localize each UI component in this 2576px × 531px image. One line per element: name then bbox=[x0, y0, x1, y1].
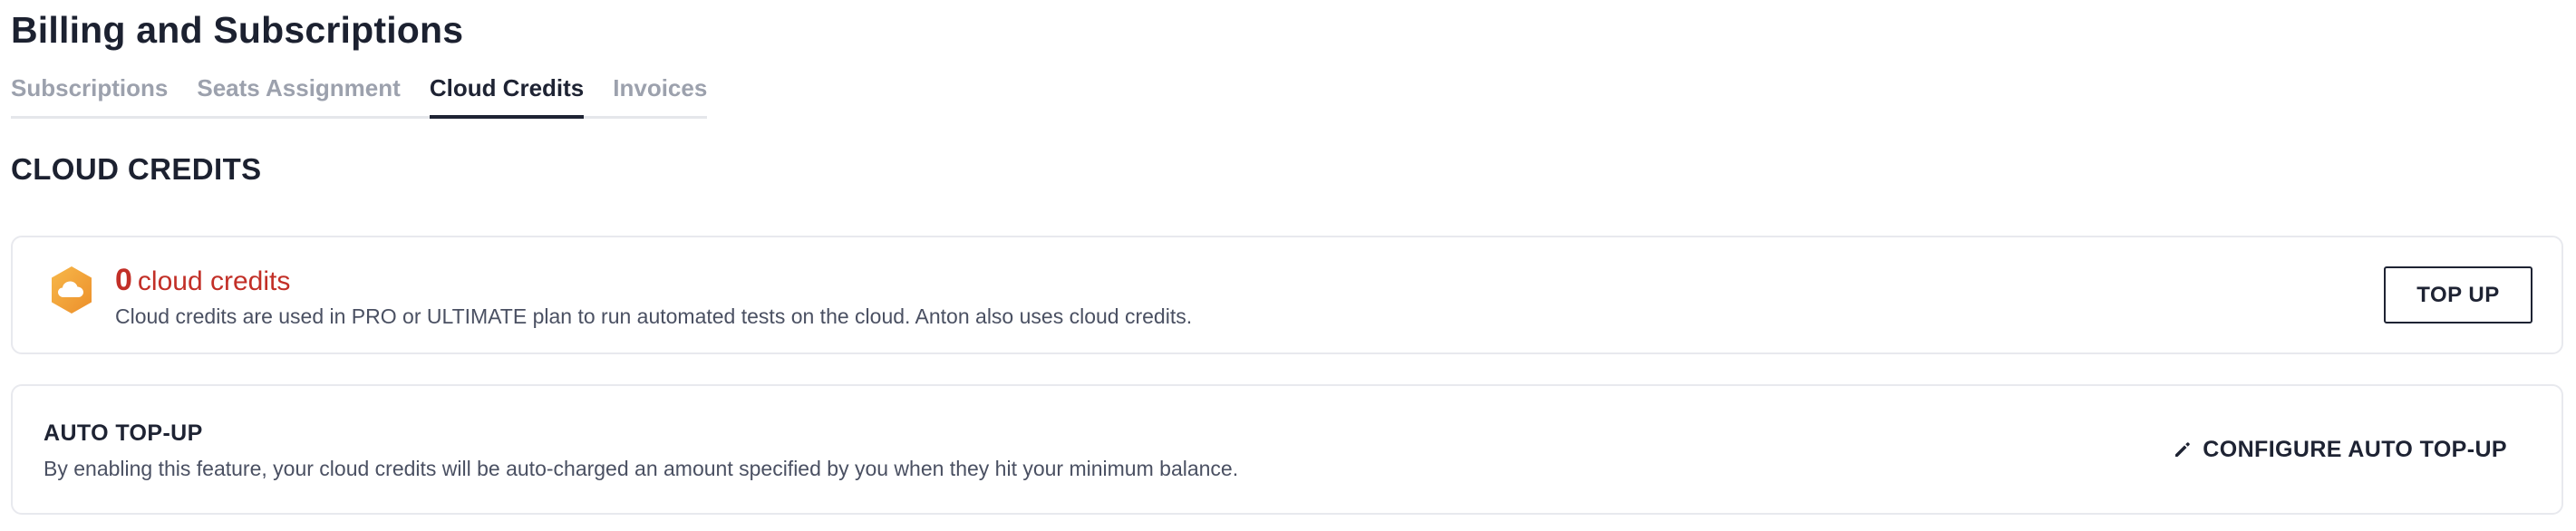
cloud-credits-card: 0 cloud credits Cloud credits are used in… bbox=[11, 236, 2563, 354]
credit-unit: cloud credits bbox=[137, 266, 291, 296]
configure-auto-top-up-label: CONFIGURE AUTO TOP-UP bbox=[2203, 436, 2507, 462]
credit-amount: 0 bbox=[115, 263, 132, 297]
billing-page: Billing and Subscriptions Subscriptions … bbox=[0, 0, 2576, 531]
tab-seats-assignment[interactable]: Seats Assignment bbox=[197, 71, 400, 116]
auto-top-up-title: AUTO TOP-UP bbox=[44, 420, 203, 446]
tab-subscriptions[interactable]: Subscriptions bbox=[11, 71, 168, 116]
auto-top-up-description: By enabling this feature, your cloud cre… bbox=[44, 457, 1239, 480]
configure-auto-top-up-button[interactable]: CONFIGURE AUTO TOP-UP bbox=[2174, 431, 2507, 468]
cloud-credit-icon bbox=[52, 266, 92, 314]
top-up-button[interactable]: TOP UP bbox=[2384, 266, 2532, 323]
credit-balance: 0 cloud credits bbox=[115, 263, 290, 298]
section-title: CLOUD CREDITS bbox=[11, 152, 262, 186]
credits-description: Cloud credits are used in PRO or ULTIMAT… bbox=[115, 304, 1193, 328]
auto-top-up-card: AUTO TOP-UP By enabling this feature, yo… bbox=[11, 384, 2563, 515]
page-title: Billing and Subscriptions bbox=[11, 9, 464, 51]
tab-cloud-credits[interactable]: Cloud Credits bbox=[429, 71, 585, 119]
tab-bar: Subscriptions Seats Assignment Cloud Cre… bbox=[11, 71, 708, 119]
pencil-icon bbox=[2175, 442, 2191, 457]
tab-invoices[interactable]: Invoices bbox=[613, 71, 707, 116]
